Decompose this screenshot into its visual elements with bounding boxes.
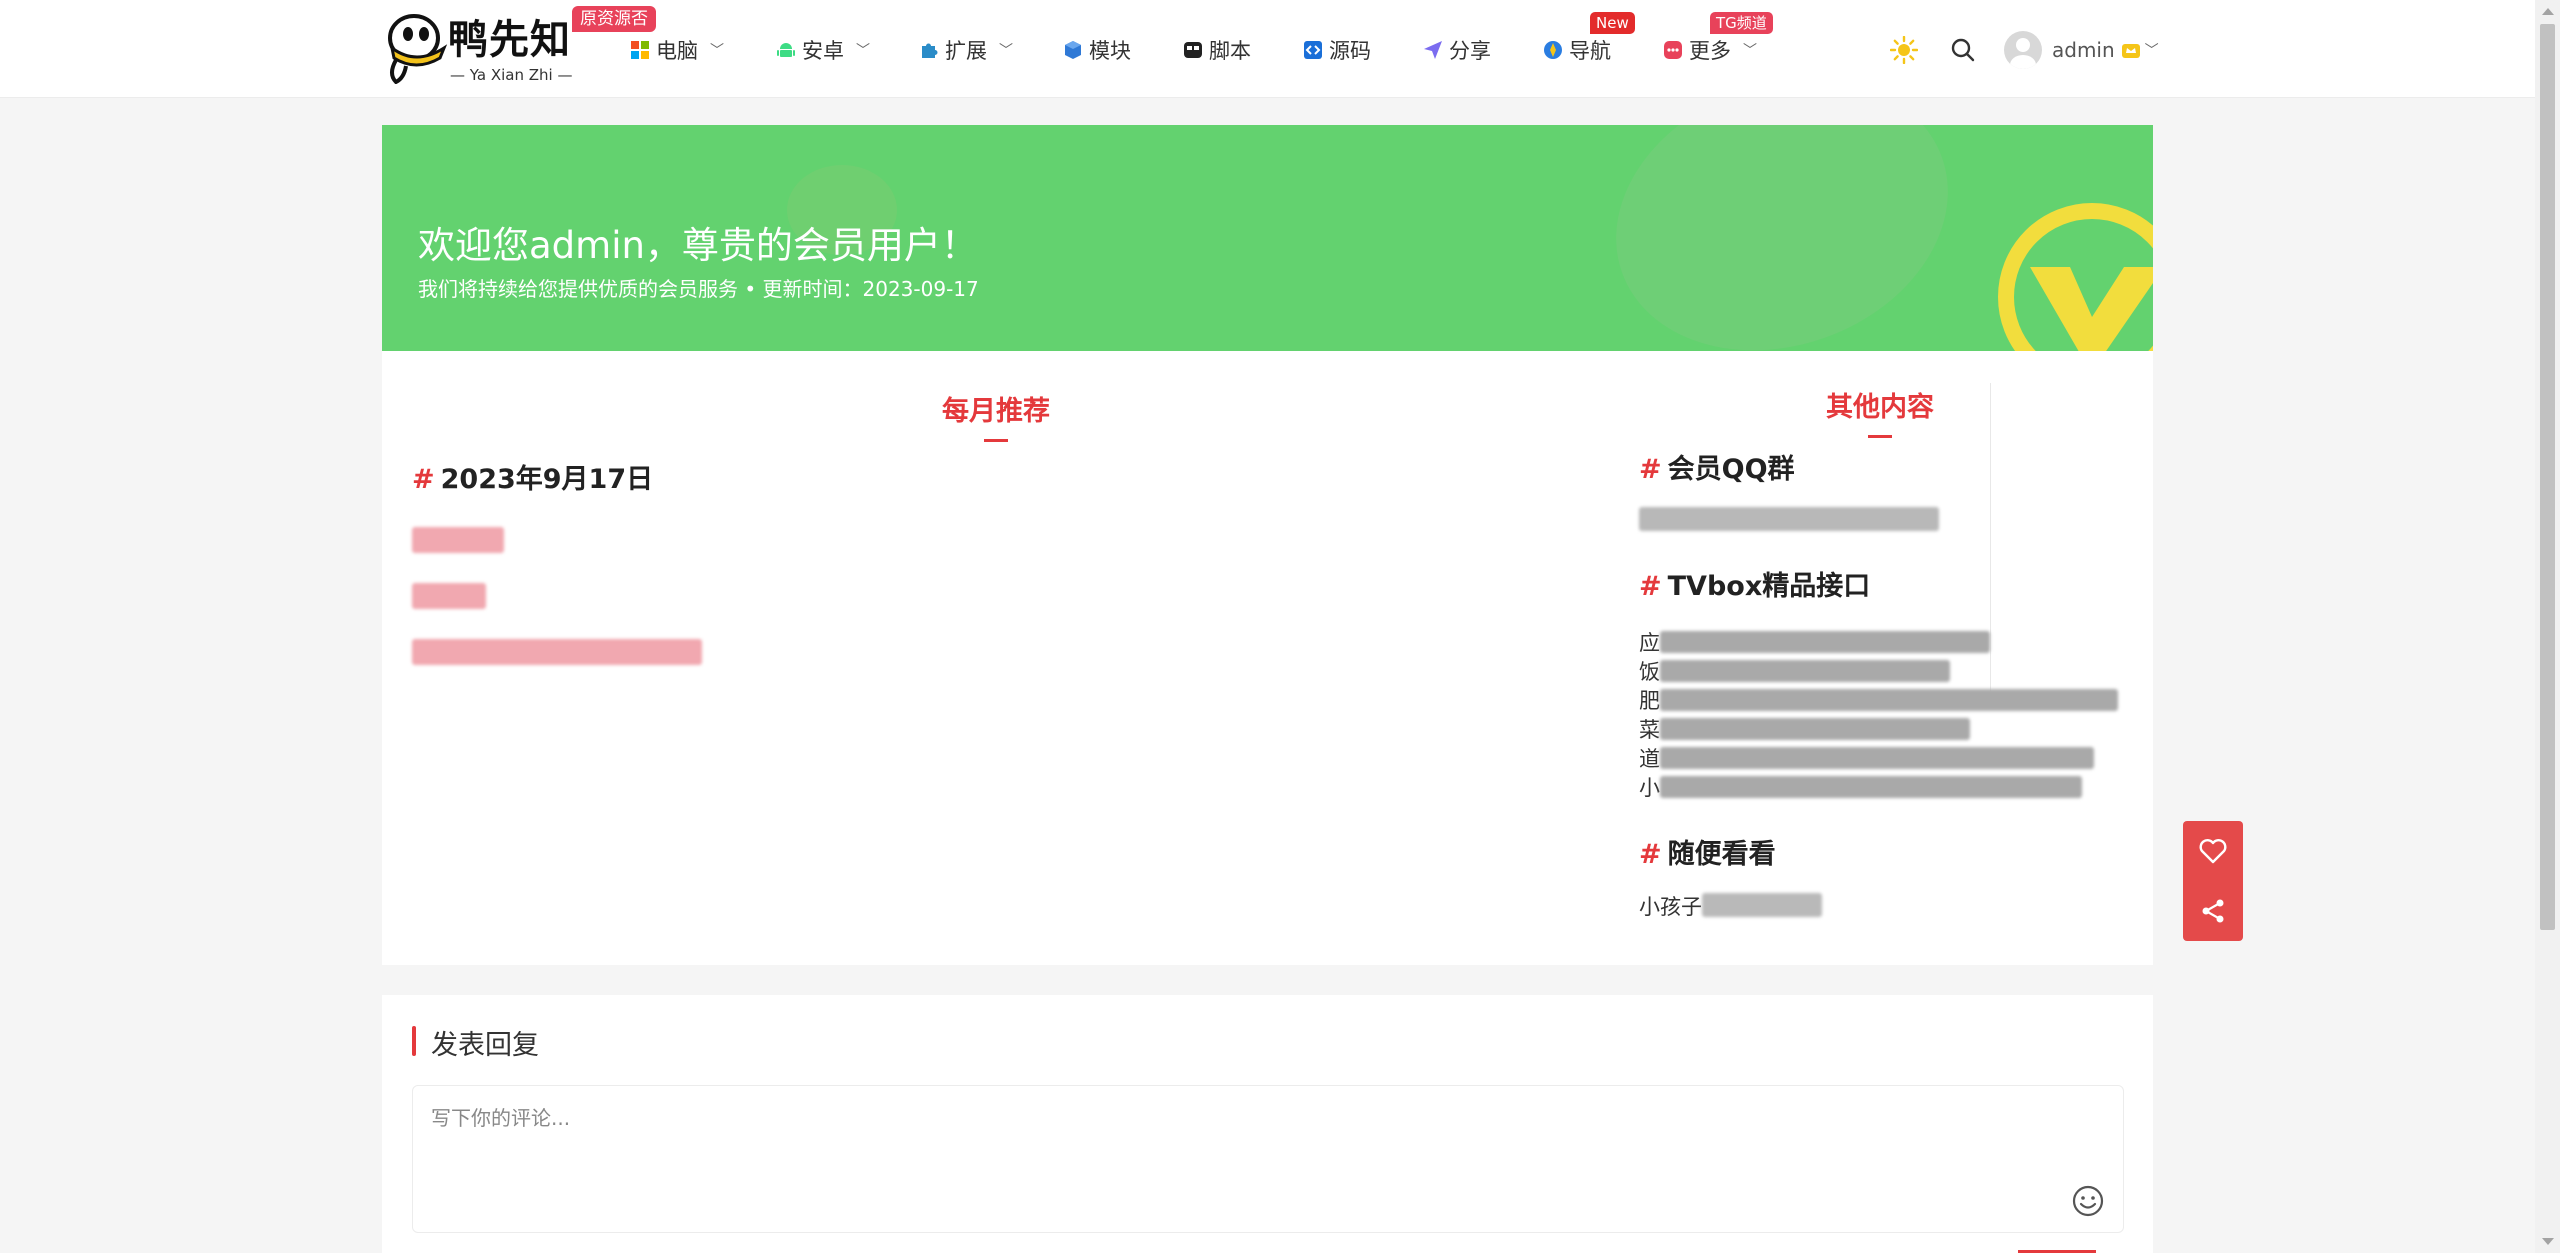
nav-label: 安卓 [802, 39, 844, 63]
vip-badge-icon [1998, 203, 2153, 351]
nav-label: 模块 [1089, 39, 1131, 63]
hash-icon: # [412, 464, 435, 495]
nav-label: 更多 [1689, 39, 1731, 63]
tvbox-line-prefix: 菜 [1639, 718, 1660, 742]
search-button[interactable] [1950, 30, 1976, 70]
share-button[interactable] [2183, 881, 2243, 941]
logo-subtitle: — Ya Xian Zhi — [450, 66, 573, 84]
chevron-down-icon: ﹀ [856, 43, 870, 59]
random-heading: # 随便看看 [1639, 839, 1776, 870]
banner-title: 欢迎您admin，尊贵的会员用户！ [418, 224, 978, 267]
duck-logo-icon [388, 14, 448, 84]
blurred-content [1660, 631, 1990, 653]
scroll-down-arrow[interactable] [2542, 1238, 2554, 1245]
blurred-content [1660, 747, 2094, 769]
nav-label: 分享 [1449, 39, 1491, 63]
site-logo[interactable]: 鸭先知 — Ya Xian Zhi — [382, 14, 572, 84]
nav-item-android[interactable]: 安卓 ﹀ [776, 30, 870, 70]
tvbox-line-prefix: 应 [1639, 631, 1660, 655]
comment-section: 发表回复 [382, 995, 2153, 1253]
comment-input[interactable] [413, 1086, 2123, 1232]
nav-label: 扩展 [945, 39, 987, 63]
code-icon [1304, 41, 1322, 59]
hash-icon: # [1639, 454, 1662, 485]
sun-icon [1890, 36, 1918, 64]
vip-crown-icon [2121, 44, 2140, 58]
banner-subtitle: 我们将持续给您提供优质的会员服务 • 更新时间：2023-09-17 [418, 277, 979, 301]
random-line-prefix: 小孩子 [1639, 895, 1702, 919]
nav-label: 源码 [1329, 39, 1371, 63]
emoji-icon[interactable] [2071, 1184, 2105, 1218]
script-icon [1184, 42, 1202, 58]
floating-actions [2183, 821, 2243, 941]
nav-item-navigation[interactable]: 导航 [1543, 30, 1611, 70]
blurred-content [412, 583, 486, 609]
chevron-down-icon: ﹀ [2144, 43, 2159, 59]
blurred-content [1660, 689, 2118, 711]
tvbox-line-prefix: 道 [1639, 747, 1660, 771]
heart-icon [2199, 839, 2227, 864]
user-menu[interactable]: admin ﹀ [2004, 30, 2159, 70]
nav-label: 脚本 [1209, 39, 1251, 63]
favorite-button[interactable] [2183, 821, 2243, 881]
blurred-content [1702, 893, 1822, 917]
blurred-content [1660, 718, 1970, 740]
column-divider [1990, 383, 1991, 693]
nav-item-module[interactable]: 模块 [1063, 30, 1131, 70]
theme-toggle[interactable] [1890, 30, 1918, 70]
chevron-down-icon: ﹀ [710, 43, 724, 59]
hash-icon: # [1639, 839, 1662, 870]
nav-label: 电脑 [656, 39, 698, 63]
windows-icon [631, 41, 649, 59]
blurred-content [1660, 660, 1950, 682]
android-icon [777, 43, 795, 57]
blurred-content [1660, 776, 2082, 798]
nav-item-pc[interactable]: 电脑 ﹀ [630, 30, 724, 70]
nav-item-extension[interactable]: 扩展 ﹀ [919, 30, 1013, 70]
avatar [2004, 31, 2042, 69]
hash-icon: # [1639, 571, 1662, 602]
nav-item-share[interactable]: 分享 [1423, 30, 1491, 70]
share-icon [2202, 899, 2224, 923]
vip-content-card: 每月推荐 #2023年9月17日 其他内容 # 会员QQ群 # TVbox精品接口 … [382, 351, 2153, 965]
compass-icon [1544, 41, 1562, 59]
nav-item-more[interactable]: 更多 ﹀ [1663, 30, 1757, 70]
cube-icon [1065, 41, 1081, 59]
qq-group-heading: # 会员QQ群 [1639, 454, 1795, 485]
tg-channel-badge: TG频道 [1710, 12, 1773, 34]
chevron-down-icon: ﹀ [1743, 43, 1757, 59]
more-icon [1664, 41, 1682, 59]
username: admin [2052, 38, 2115, 62]
new-badge: New [1590, 12, 1635, 34]
nav-item-source[interactable]: 源码 [1303, 30, 1371, 70]
logo-badge: 原资源否 [572, 6, 656, 32]
blurred-content [412, 639, 702, 665]
logo-text: 鸭先知 [448, 17, 571, 63]
tvbox-line-prefix: 小 [1639, 776, 1660, 800]
nav-item-script[interactable]: 脚本 [1183, 30, 1251, 70]
scroll-up-arrow[interactable] [2542, 8, 2554, 15]
send-icon [1424, 41, 1442, 59]
tvbox-heading: # TVbox精品接口 [1639, 571, 1871, 602]
chevron-down-icon: ﹀ [999, 43, 1013, 59]
nav-label: 导航 [1569, 39, 1611, 63]
welcome-banner: 欢迎您admin，尊贵的会员用户！ 我们将持续给您提供优质的会员服务 • 更新时… [382, 125, 2153, 351]
search-icon [1951, 38, 1975, 62]
blurred-content [1639, 507, 1939, 531]
puzzle-icon [922, 43, 938, 58]
site-header: 鸭先知 — Ya Xian Zhi — 原资源否 电脑 ﹀ 安卓 ﹀ 扩展 ﹀ … [0, 0, 2535, 98]
banner-decoration [1577, 125, 1987, 351]
monthly-recommend-title: 每月推荐 [942, 389, 1050, 442]
blurred-content [412, 527, 504, 553]
tvbox-line-prefix: 饭 [1639, 660, 1660, 684]
tvbox-line-prefix: 肥 [1639, 689, 1660, 713]
reply-title: 发表回复 [431, 1030, 539, 1061]
date-heading: #2023年9月17日 [412, 464, 654, 495]
page-scrollbar[interactable] [2535, 0, 2560, 1253]
title-accent-bar [412, 1026, 416, 1056]
other-content-title: 其他内容 [1826, 385, 1934, 438]
scroll-thumb[interactable] [2540, 24, 2555, 930]
comment-box [412, 1085, 2124, 1233]
